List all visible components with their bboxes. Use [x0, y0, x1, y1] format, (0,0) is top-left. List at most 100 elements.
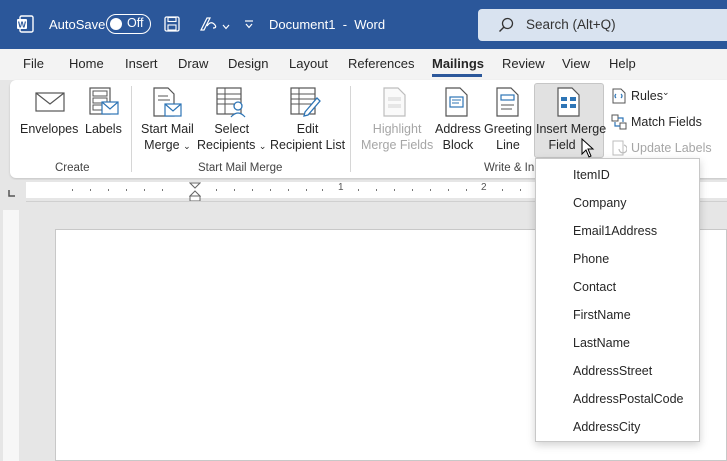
group-label-start-mail-merge: Start Mail Merge: [198, 162, 283, 174]
tab-insert[interactable]: Insert: [125, 56, 158, 71]
tab-help[interactable]: Help: [609, 56, 636, 71]
labels-icon: [88, 86, 120, 121]
edit-recipient-list-icon: [289, 86, 321, 121]
ruler-tick: [144, 189, 145, 191]
editor-pen-icon[interactable]: [199, 16, 219, 35]
merge-field-item[interactable]: Company: [536, 189, 699, 217]
merge-field-item[interactable]: Email1Address: [536, 217, 699, 245]
ruler-tick: [252, 189, 253, 191]
group-separator: [350, 86, 351, 172]
chevron-down-icon[interactable]: [222, 19, 230, 33]
select-recipients-icon: [215, 86, 247, 121]
title-bar: W AutoSave Off Document1 - Word Search (…: [0, 0, 727, 49]
word-app-icon[interactable]: W: [16, 15, 34, 36]
labels-button[interactable]: Labels: [85, 121, 122, 137]
ruler-tick: [306, 189, 307, 191]
start-mail-merge-label-line1: Start Mail: [141, 122, 194, 136]
start-mail-merge-button[interactable]: Start Mail Merge ⌄: [141, 121, 194, 154]
ruler-tick: [126, 189, 127, 191]
ruler-number: 2: [481, 182, 487, 193]
ruler-tick: [162, 189, 163, 191]
insert-merge-field-icon: [555, 86, 583, 121]
ruler-tick: [234, 189, 235, 191]
ruler-tick: [466, 189, 467, 191]
chevron-down-icon: ⌄: [258, 141, 267, 151]
address-block-icon: [443, 86, 471, 121]
ruler-tick: [376, 189, 377, 191]
update-labels-icon: [611, 140, 628, 159]
merge-field-item[interactable]: AddressStreet: [536, 357, 699, 385]
tab-design[interactable]: Design: [228, 56, 268, 71]
highlight-label-line1: Highlight: [372, 122, 422, 136]
tab-layout[interactable]: Layout: [289, 56, 328, 71]
ribbon-tabs: File Home Insert Draw Design Layout Refe…: [0, 49, 727, 80]
rules-label: Rules: [631, 89, 663, 103]
ruler-tick: [108, 189, 109, 191]
merge-field-item[interactable]: AddressCity: [536, 413, 699, 441]
address-block-label-line2: Block: [442, 138, 474, 152]
select-recipients-button[interactable]: Select Recipients ⌄: [197, 121, 266, 154]
merge-field-item[interactable]: LastName: [536, 329, 699, 357]
ruler-tick: [288, 189, 289, 191]
group-label-write-insert: Write & In: [484, 162, 535, 174]
tab-file[interactable]: File: [23, 56, 44, 71]
labels-label: Labels: [85, 122, 122, 136]
chevron-down-icon: ⌄: [183, 141, 191, 151]
envelopes-label: Envelopes: [20, 122, 79, 136]
envelope-icon: [35, 89, 65, 118]
customize-toolbar-icon[interactable]: [244, 18, 254, 32]
group-label-create: Create: [55, 162, 90, 174]
highlight-merge-fields-button[interactable]: Highlight Merge Fields: [361, 121, 433, 153]
envelopes-button[interactable]: Envelopes: [20, 121, 78, 137]
ruler-tick: [448, 189, 449, 191]
merge-field-item[interactable]: AddressPostalCode: [536, 385, 699, 413]
ruler-tick: [90, 189, 91, 191]
select-recipients-label-line1: Select: [214, 122, 250, 136]
search-placeholder: Search (Alt+Q): [526, 17, 616, 32]
autosave-state: Off: [127, 16, 144, 30]
ruler-tick: [270, 189, 271, 191]
tab-references[interactable]: References: [348, 56, 414, 71]
update-labels-label: Update Labels: [631, 141, 712, 155]
ruler-tick: [412, 189, 413, 191]
vertical-ruler[interactable]: [3, 210, 19, 461]
address-block-label-line1: Address: [435, 122, 481, 136]
ruler-tick: [322, 189, 323, 191]
select-recipients-label-text: Recipients: [197, 138, 256, 152]
merge-field-item[interactable]: Contact: [536, 273, 699, 301]
match-fields-icon: [611, 114, 627, 133]
ruler-tick: [520, 189, 521, 191]
ruler-tick: [502, 189, 503, 191]
tab-selector-icon[interactable]: [8, 186, 16, 200]
svg-text:W: W: [18, 20, 27, 30]
merge-field-item[interactable]: FirstName: [536, 301, 699, 329]
chevron-down-icon: ⌄: [662, 87, 670, 97]
tab-draw[interactable]: Draw: [178, 56, 208, 71]
search-icon: [498, 17, 514, 36]
insert-merge-field-label-line1: Insert Merge: [536, 122, 607, 136]
address-block-button[interactable]: Address Block: [435, 121, 481, 153]
autosave-toggle[interactable]: Off: [106, 14, 151, 34]
start-mail-merge-label-text: Merge: [144, 138, 180, 152]
edit-recipient-list-button[interactable]: Edit Recipient List: [270, 121, 345, 153]
tab-mailings[interactable]: Mailings: [432, 56, 484, 71]
ruler-number: 1: [338, 182, 344, 193]
document-title: Document1 - Word: [269, 17, 386, 32]
save-icon[interactable]: [164, 16, 180, 35]
search-box[interactable]: Search (Alt+Q): [478, 9, 727, 41]
start-mail-merge-icon: [151, 86, 183, 121]
edit-recipient-list-label-line1: Edit: [296, 122, 319, 136]
ruler-tick: [430, 189, 431, 191]
tab-view[interactable]: View: [562, 56, 590, 71]
ruler-tick: [358, 189, 359, 191]
merge-field-item[interactable]: Phone: [536, 245, 699, 273]
autosave-label: AutoSave: [49, 17, 106, 32]
ruler-tick: [216, 189, 217, 191]
active-tab-indicator: [432, 74, 482, 77]
group-separator: [131, 86, 132, 172]
start-mail-merge-label-line2: Merge ⌄: [141, 137, 194, 154]
mouse-cursor-icon: [581, 137, 595, 161]
tab-review[interactable]: Review: [502, 56, 545, 71]
merge-field-item[interactable]: ItemID: [536, 161, 699, 189]
tab-home[interactable]: Home: [69, 56, 104, 71]
